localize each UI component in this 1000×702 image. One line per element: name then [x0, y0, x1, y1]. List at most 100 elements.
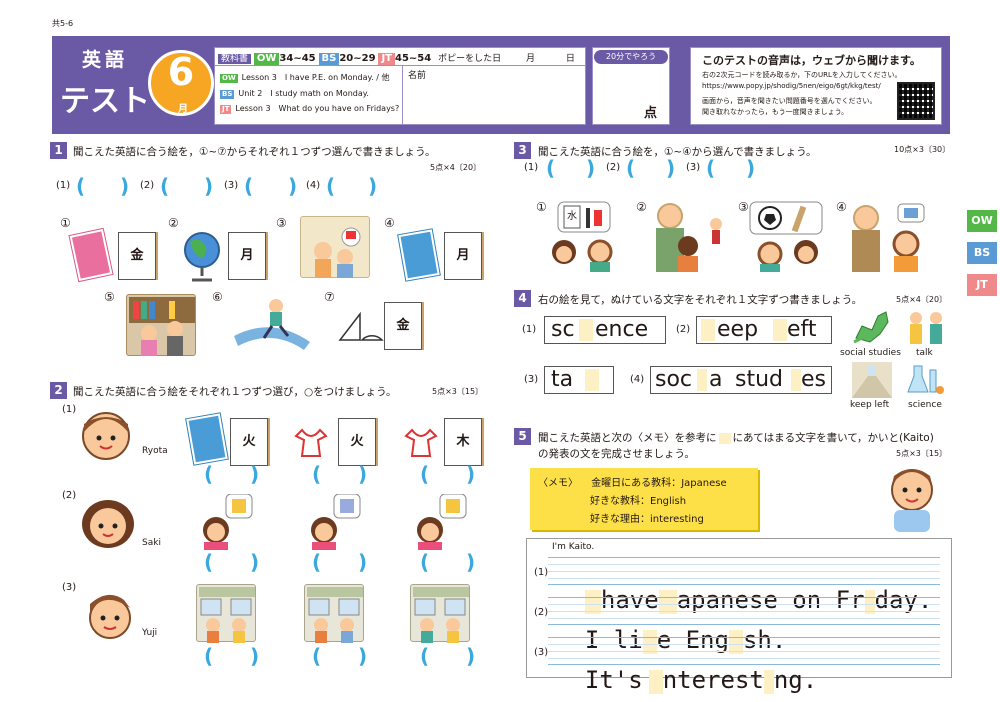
answer-paren-open[interactable]: ( [204, 464, 213, 484]
music-ball-scene [744, 200, 828, 272]
bs-tag: BS [318, 53, 340, 65]
calendar-card: 火 [230, 418, 268, 466]
teacher-boy-scene [846, 200, 930, 272]
answer-paren-open[interactable]: ( [312, 464, 321, 484]
blank-slot[interactable] [648, 670, 663, 694]
answer-paren-open[interactable]: ( [420, 646, 429, 666]
hallway-picture [852, 362, 892, 398]
calendar-card: 金 [384, 302, 422, 350]
answer-paren-open[interactable]: ( [76, 176, 85, 196]
textbook-blue-picture [186, 413, 228, 465]
word-part: eft [787, 317, 817, 342]
side-tab-ow[interactable]: OW [967, 210, 997, 232]
girl-thinking-science [304, 493, 364, 550]
answer-paren-close[interactable]: ) [250, 646, 259, 666]
answer-paren-open[interactable]: ( [706, 158, 715, 178]
lesson-tag: OW [220, 74, 238, 83]
calendar-card: 火 [338, 418, 376, 466]
memo-line: 好きな理由：interesting [590, 510, 704, 525]
answer-paren-close[interactable]: ) [358, 646, 367, 666]
blank-slot[interactable] [585, 369, 599, 391]
answer-paren-close[interactable]: ) [746, 158, 755, 178]
q5-instruction-2: の発表の文を完成させましょう。 [538, 448, 695, 460]
answer-paren-close[interactable]: ) [466, 464, 475, 484]
q4-number: 4 [514, 290, 531, 307]
answer-paren-open[interactable]: ( [420, 552, 429, 572]
memo-label: 金曜日にある教科： [591, 478, 682, 489]
answer-paren-open[interactable]: ( [244, 176, 253, 196]
textbook-pages: 教科書 OW 34~45 BS 20~29 JT 45~54 ポピーをした日 月 日 [218, 51, 575, 65]
blank-slot[interactable] [791, 369, 801, 391]
answer-paren-close[interactable]: ) [288, 176, 297, 196]
audio-url[interactable]: https://www.popy.jp/shodig/5nen/eigo/6gt… [702, 82, 881, 90]
lesson-tag: BS [220, 90, 235, 99]
pic-label-keep-left: keep left [850, 400, 890, 410]
lesson-text: Unit 2 I study math on Monday. [238, 89, 369, 98]
page-code: 共5-6 [52, 19, 74, 28]
board-char: 水 [567, 211, 577, 222]
word-part: ence [595, 317, 649, 342]
answer-paren-open[interactable]: ( [204, 646, 213, 666]
ruler-picture [338, 310, 384, 342]
answer-paren-close[interactable]: ) [358, 464, 367, 484]
month-number: 6 [167, 50, 195, 94]
option-6: ⑥ [212, 290, 223, 304]
answer-paren-open[interactable]: ( [326, 176, 335, 196]
lesson-text: Lesson 3 What do you have on Fridays? [235, 104, 400, 113]
word-box-talk[interactable]: ta [544, 366, 614, 394]
answer-paren-open[interactable]: ( [312, 646, 321, 666]
q3-label: (2) [606, 162, 621, 173]
option-4: ④ [384, 216, 395, 230]
answer-paren-close[interactable]: ) [586, 158, 595, 178]
answer-paren-open[interactable]: ( [626, 158, 635, 178]
answer-paren-open[interactable]: ( [204, 552, 213, 572]
jt-pages: 45~54 [394, 53, 432, 64]
answer-paren-close[interactable]: ) [358, 552, 367, 572]
q5-number: 5 [514, 428, 531, 445]
q3-points: 10点×3〔30〕 [894, 145, 951, 154]
answer-paren-open[interactable]: ( [312, 552, 321, 572]
apron-picture [400, 428, 442, 458]
answer-paren-close[interactable]: ) [204, 176, 213, 196]
q4-label: (4) [630, 374, 645, 385]
library-picture [126, 294, 196, 356]
blank-slot[interactable] [697, 369, 707, 391]
answer-paren-close[interactable]: ) [466, 552, 475, 572]
q4-label: (1) [522, 324, 537, 335]
answer-paren-close[interactable]: ) [666, 158, 675, 178]
name-ryota: Ryota [142, 446, 168, 456]
date-day: 日 [565, 54, 575, 64]
answer-paren-open[interactable]: ( [546, 158, 555, 178]
answer-paren-close[interactable]: ) [120, 176, 129, 196]
answer-paren-open[interactable]: ( [420, 464, 429, 484]
q3-label: (1) [524, 162, 539, 173]
blank-slot[interactable] [773, 319, 787, 341]
blank-slot[interactable] [579, 319, 593, 341]
calendar-card: 木 [444, 418, 482, 466]
answer-paren-close[interactable]: ) [466, 646, 475, 666]
q2-label: (2) [62, 490, 77, 501]
calligraphy-scene [542, 200, 626, 272]
qr-code[interactable] [897, 82, 935, 120]
q2-number: 2 [50, 382, 67, 399]
answer-paren-close[interactable]: ) [250, 464, 259, 484]
answer-paren-open[interactable]: ( [160, 176, 169, 196]
name-label: 名前 [408, 71, 427, 81]
pic-label-science: science [908, 400, 942, 410]
blank-slot[interactable] [763, 670, 774, 694]
answer-paren-close[interactable]: ) [368, 176, 377, 196]
word-part: stud [735, 367, 783, 392]
lesson-tag: JT [220, 105, 232, 114]
sentence-part: ng. [773, 666, 818, 694]
word-box-social-studies[interactable]: soc a stud es [650, 366, 832, 394]
blank-slot[interactable] [701, 319, 715, 341]
answer-paren-close[interactable]: ) [250, 552, 259, 572]
side-tab-jt[interactable]: JT [967, 274, 997, 296]
lesson-text: Lesson 3 I have P.E. on Monday. / 他 [241, 73, 390, 82]
q4-instruction: 右の絵を見て，ぬけている文字をそれぞれ１文字ずつ書きましょう。 [538, 294, 863, 306]
word-box-keep-left[interactable]: eep eft [696, 316, 832, 344]
date-label: ポピーをした日 [438, 54, 502, 64]
word-part: soc [655, 367, 693, 392]
side-tab-bs[interactable]: BS [967, 242, 997, 264]
word-box-science[interactable]: sc ence [544, 316, 666, 344]
